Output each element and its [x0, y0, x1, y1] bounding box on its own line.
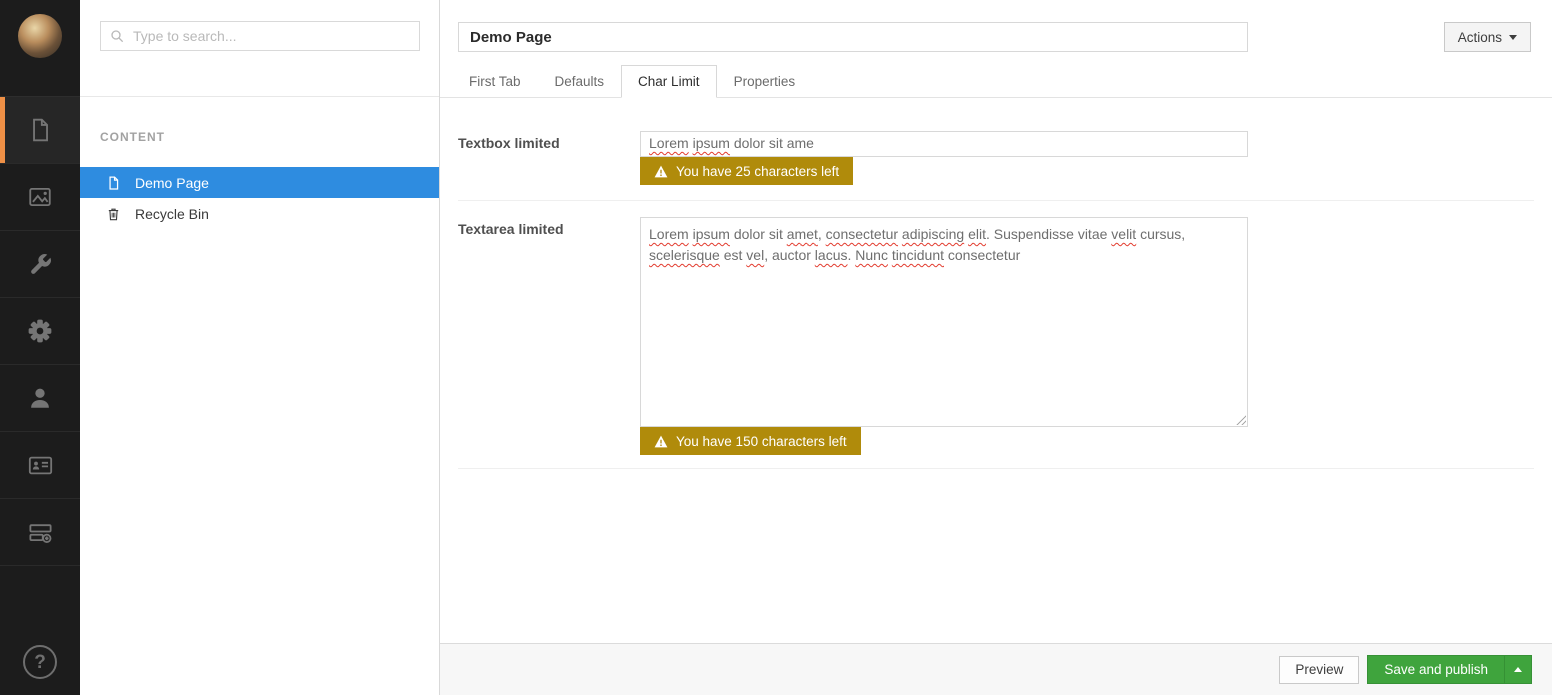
property-label: Textbox limited [458, 135, 560, 151]
editor-footer: Preview Save and publish [440, 643, 1552, 695]
actions-button[interactable]: Actions [1443, 22, 1531, 52]
textarea-limited-input[interactable]: Lorem ipsum dolor sit amet, consectetur … [640, 217, 1248, 427]
tree-item-label: Recycle Bin [135, 205, 209, 222]
document-icon [33, 118, 48, 142]
caret-up-icon [1514, 667, 1522, 672]
tab-bar: First Tab Defaults Char Limit Properties [440, 65, 1552, 98]
app-tray: ? [0, 0, 80, 695]
editor-body: Textbox limited Lorem ipsum dolor sit am… [440, 131, 1552, 469]
content-tree-panel: CONTENT Demo Page Recycl [80, 0, 440, 695]
tree-item-label: Demo Page [135, 174, 209, 191]
tree-section-label: CONTENT [100, 130, 165, 144]
tab-char-limit[interactable]: Char Limit [621, 65, 717, 98]
tree-search-area [80, 0, 439, 97]
textbox-limited-input[interactable]: Lorem ipsum dolor sit ame [640, 131, 1248, 157]
property-row-textarea-limited: Textarea limited Lorem ipsum dolor sit a… [458, 217, 1534, 455]
wrench-icon [30, 253, 51, 274]
sidebar-item-developer[interactable] [0, 298, 80, 365]
page-title-input[interactable] [458, 22, 1248, 52]
active-section-indicator [0, 97, 5, 163]
tab-properties[interactable]: Properties [717, 65, 813, 98]
sidebar-item-forms[interactable] [0, 499, 80, 566]
sidebar-item-content[interactable] [0, 97, 80, 164]
row-divider [458, 468, 1534, 469]
search-input[interactable] [100, 21, 420, 51]
warning-text: You have 150 characters left [676, 433, 847, 449]
tree-items: Demo Page Recycle Bin [80, 167, 439, 229]
textarea-resize-handle[interactable] [1235, 414, 1246, 425]
sidebar-item-settings[interactable] [0, 231, 80, 298]
sidebar-item-users[interactable] [0, 365, 80, 432]
user-avatar-box [0, 0, 80, 97]
sidebar-item-media[interactable] [0, 164, 80, 231]
help-icon: ? [23, 645, 57, 679]
actions-button-label: Actions [1457, 29, 1502, 45]
server-add-icon [28, 523, 52, 543]
trash-icon [108, 208, 118, 220]
sidebar-item-help[interactable]: ? [0, 629, 80, 695]
warning-text: You have 25 characters left [676, 163, 840, 179]
document-icon [108, 175, 118, 190]
warning-icon [654, 435, 668, 447]
char-limit-warning: You have 25 characters left [640, 157, 854, 185]
user-icon [31, 388, 49, 408]
save-options-toggle[interactable] [1504, 656, 1531, 683]
save-and-publish-split-button: Save and publish [1367, 655, 1532, 684]
caret-down-icon [1509, 34, 1517, 40]
warning-icon [654, 165, 668, 177]
tray-spacer [0, 566, 80, 629]
property-row-textbox-limited: Textbox limited Lorem ipsum dolor sit am… [458, 131, 1534, 185]
save-and-publish-button[interactable]: Save and publish [1368, 656, 1504, 683]
id-card-icon [28, 456, 52, 474]
search-icon [111, 30, 124, 43]
avatar[interactable] [18, 14, 62, 58]
editor-header: Actions First Tab Defaults Char Limit Pr… [440, 0, 1552, 98]
property-label: Textarea limited [458, 221, 564, 237]
row-divider [458, 200, 1534, 201]
app-window: ? CONTENT Demo Page [0, 0, 1552, 695]
sidebar-item-members[interactable] [0, 432, 80, 499]
char-limit-warning: You have 150 characters left [640, 427, 861, 455]
image-icon [29, 187, 51, 207]
preview-button[interactable]: Preview [1279, 655, 1360, 684]
tab-first-tab[interactable]: First Tab [452, 65, 538, 98]
tree-item-recycle-bin[interactable]: Recycle Bin [80, 198, 439, 229]
gear-icon [28, 319, 52, 343]
tree-item-demo-page[interactable]: Demo Page [80, 167, 439, 198]
tab-defaults[interactable]: Defaults [538, 65, 622, 98]
content-editor: Actions First Tab Defaults Char Limit Pr… [440, 0, 1552, 695]
